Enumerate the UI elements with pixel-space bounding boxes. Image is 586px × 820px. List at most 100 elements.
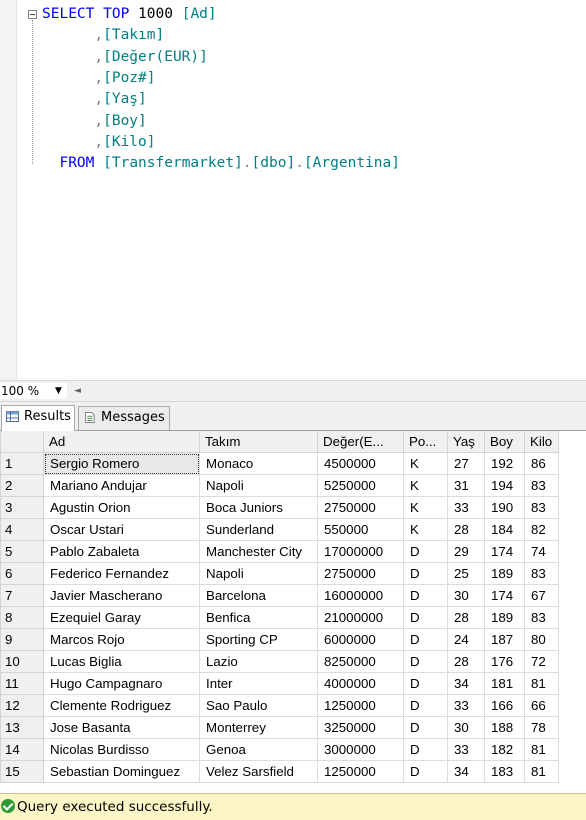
table-cell[interactable]: 4500000: [317, 452, 404, 475]
row-number[interactable]: 12: [0, 694, 44, 717]
table-row[interactable]: 14 Nicolas Burdisso Genoa 3000000 D 33 182 81: [0, 738, 559, 761]
tab-messages[interactable]: Messages: [78, 406, 170, 430]
table-cell[interactable]: 16000000: [317, 584, 404, 607]
table-cell[interactable]: 21000000: [317, 606, 404, 629]
tab-results[interactable]: Results: [1, 405, 75, 431]
table-cell[interactable]: 29: [447, 540, 485, 563]
table-cell[interactable]: 66: [524, 694, 559, 717]
row-number[interactable]: 4: [0, 518, 44, 541]
table-cell[interactable]: 4000000: [317, 672, 404, 695]
table-cell[interactable]: 83: [524, 562, 559, 585]
table-cell[interactable]: D: [403, 672, 448, 695]
table-cell[interactable]: D: [403, 584, 448, 607]
table-cell[interactable]: 34: [447, 760, 485, 783]
row-number-header[interactable]: [0, 431, 44, 453]
table-cell[interactable]: Hugo Campagnaro: [43, 672, 200, 695]
column-header[interactable]: Takım: [199, 431, 318, 453]
table-row[interactable]: 4 Oscar Ustari Sunderland 550000 K 28 184 82: [0, 518, 559, 541]
table-cell[interactable]: Agustin Orion: [43, 496, 200, 519]
table-cell[interactable]: Federico Fernandez: [43, 562, 200, 585]
code-line[interactable]: SELECT TOP 1000 [Ad]: [42, 4, 217, 25]
table-cell[interactable]: 188: [484, 716, 525, 739]
table-cell[interactable]: Barcelona: [199, 584, 318, 607]
table-cell[interactable]: Monterrey: [199, 716, 318, 739]
table-cell[interactable]: Napoli: [199, 562, 318, 585]
table-cell[interactable]: 33: [447, 694, 485, 717]
table-cell[interactable]: 81: [524, 672, 559, 695]
table-row[interactable]: 12 Clemente Rodriguez Sao Paulo 1250000 D 33 1…: [0, 694, 559, 717]
table-cell[interactable]: K: [403, 518, 448, 541]
row-number[interactable]: 9: [0, 628, 44, 651]
table-cell[interactable]: D: [403, 738, 448, 761]
code-line[interactable]: ,[Takım]: [42, 25, 164, 46]
table-cell[interactable]: D: [403, 606, 448, 629]
table-cell[interactable]: 190: [484, 496, 525, 519]
table-cell[interactable]: Lucas Biglia: [43, 650, 200, 673]
row-number[interactable]: 2: [0, 474, 44, 497]
table-cell[interactable]: Nicolas Burdisso: [43, 738, 200, 761]
row-number[interactable]: 15: [0, 760, 44, 783]
table-cell[interactable]: 72: [524, 650, 559, 673]
table-cell[interactable]: 80: [524, 628, 559, 651]
results-grid[interactable]: Ad Takım Değer(E... Po... Yaş Boy Kilo 1…: [0, 431, 586, 793]
table-row[interactable]: 5 Pablo Zabaleta Manchester City 17000000 D 2…: [0, 540, 559, 563]
table-cell[interactable]: 5250000: [317, 474, 404, 497]
table-cell[interactable]: 67: [524, 584, 559, 607]
table-cell[interactable]: 81: [524, 760, 559, 783]
table-row[interactable]: 2 Mariano Andujar Napoli 5250000 K 31 194 83: [0, 474, 559, 497]
table-cell[interactable]: 74: [524, 540, 559, 563]
table-row[interactable]: 7 Javier Mascherano Barcelona 16000000 D 30 17…: [0, 584, 559, 607]
table-cell[interactable]: Lazio: [199, 650, 318, 673]
table-cell[interactable]: 28: [447, 606, 485, 629]
collapse-toggle-icon[interactable]: [28, 10, 37, 19]
table-cell[interactable]: Inter: [199, 672, 318, 695]
table-cell[interactable]: 83: [524, 606, 559, 629]
code-line[interactable]: FROM [Transfermarket].[dbo].[Argentina]: [42, 153, 400, 174]
row-number[interactable]: 6: [0, 562, 44, 585]
table-cell[interactable]: Manchester City: [199, 540, 318, 563]
column-header[interactable]: Boy: [484, 431, 525, 453]
table-cell[interactable]: 182: [484, 738, 525, 761]
table-cell[interactable]: D: [403, 628, 448, 651]
table-cell[interactable]: D: [403, 650, 448, 673]
code-line[interactable]: ,[Değer(EUR)]: [42, 47, 208, 68]
row-number[interactable]: 7: [0, 584, 44, 607]
table-cell[interactable]: 83: [524, 474, 559, 497]
table-cell[interactable]: 83: [524, 496, 559, 519]
table-cell[interactable]: D: [403, 694, 448, 717]
table-row[interactable]: 9 Marcos Rojo Sporting CP 6000000 D 24 187 80: [0, 628, 559, 651]
table-cell[interactable]: 187: [484, 628, 525, 651]
table-cell[interactable]: Pablo Zabaleta: [43, 540, 200, 563]
table-cell[interactable]: 192: [484, 452, 525, 475]
table-cell[interactable]: 25: [447, 562, 485, 585]
table-cell[interactable]: 82: [524, 518, 559, 541]
column-header[interactable]: Kilo: [524, 431, 559, 453]
table-cell[interactable]: 6000000: [317, 628, 404, 651]
table-cell[interactable]: D: [403, 716, 448, 739]
column-header[interactable]: Değer(E...: [317, 431, 404, 453]
row-number[interactable]: 10: [0, 650, 44, 673]
table-row[interactable]: 1 Sergio Romero Monaco 4500000 K 27 192 86: [0, 452, 559, 475]
table-cell[interactable]: Marcos Rojo: [43, 628, 200, 651]
table-cell[interactable]: K: [403, 474, 448, 497]
table-row[interactable]: 8 Ezequiel Garay Benfica 21000000 D 28 189 83: [0, 606, 559, 629]
code-line[interactable]: ,[Boy]: [42, 111, 146, 132]
table-cell[interactable]: Boca Juniors: [199, 496, 318, 519]
column-header[interactable]: Po...: [403, 431, 448, 453]
row-number[interactable]: 5: [0, 540, 44, 563]
table-cell[interactable]: Monaco: [199, 452, 318, 475]
table-cell[interactable]: 33: [447, 738, 485, 761]
table-cell[interactable]: 2750000: [317, 562, 404, 585]
table-cell[interactable]: 31: [447, 474, 485, 497]
row-number[interactable]: 3: [0, 496, 44, 519]
table-cell[interactable]: 3000000: [317, 738, 404, 761]
table-cell[interactable]: 8250000: [317, 650, 404, 673]
table-cell[interactable]: 194: [484, 474, 525, 497]
table-cell[interactable]: 1250000: [317, 694, 404, 717]
table-row[interactable]: 11 Hugo Campagnaro Inter 4000000 D 34 181 81: [0, 672, 559, 695]
table-cell[interactable]: 33: [447, 496, 485, 519]
table-cell[interactable]: Velez Sarsfield: [199, 760, 318, 783]
table-row[interactable]: 3 Agustin Orion Boca Juniors 2750000 K 33 190 8…: [0, 496, 559, 519]
table-cell[interactable]: D: [403, 760, 448, 783]
table-cell[interactable]: 86: [524, 452, 559, 475]
